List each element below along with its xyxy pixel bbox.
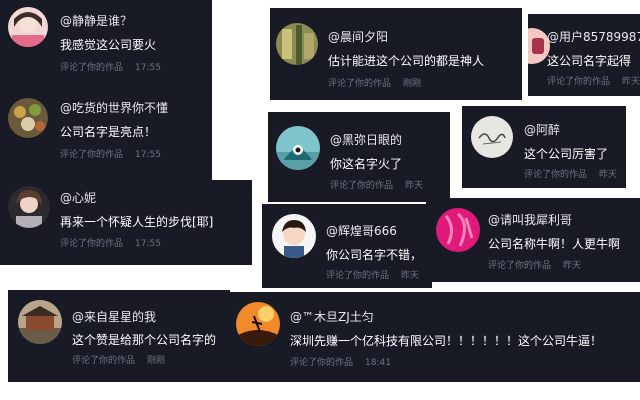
comment-text: 我感觉这公司要火: [60, 38, 157, 52]
user-avatar[interactable]: [236, 302, 280, 346]
user-avatar[interactable]: [276, 23, 318, 65]
comment-username[interactable]: @辉煌哥666: [326, 224, 397, 238]
comment-action: 评论了你的作品: [524, 170, 588, 180]
comment-time: 刚刚: [403, 79, 422, 89]
user-avatar[interactable]: [8, 98, 48, 138]
comment-card[interactable]: @晨间夕阳 估计能进这个公司的都是神人 评论了你的作品 刚刚: [270, 8, 522, 100]
comment-time: 17:55: [135, 150, 161, 160]
comment-meta: 评论了你的作品 17:55: [60, 150, 161, 161]
user-avatar[interactable]: [436, 208, 480, 252]
comment-time: 18:41: [365, 358, 391, 368]
comment-text: 你这名字火了: [330, 157, 403, 171]
comment-username[interactable]: @黑弥日眼的: [330, 133, 402, 147]
comment-card[interactable]: @静静是谁？ 我感觉这公司要火 评论了你的作品 17:55: [0, 0, 212, 88]
comment-card[interactable]: @用户85789987 这公司名字起得 评论了你的作品 昨天: [528, 14, 640, 96]
comment-card[interactable]: @™木旦ZJ土匀 深圳先赚一个亿科技有限公司！！！！！！这个公司牛逼！ 评论了你…: [230, 292, 640, 382]
comment-username[interactable]: @心妮: [60, 191, 96, 205]
comment-action: 评论了你的作品: [60, 63, 124, 73]
comment-username[interactable]: @来自星星的我: [72, 310, 156, 324]
comment-username[interactable]: @请叫我犀利哥: [488, 213, 572, 227]
comment-card[interactable]: @吃货的世界你不懂 公司名字是亮点！ 评论了你的作品 17:55: [0, 88, 212, 180]
comment-text: 深圳先赚一个亿科技有限公司！！！！！！这个公司牛逼！: [290, 334, 603, 348]
comment-action: 评论了你的作品: [326, 271, 390, 281]
user-avatar[interactable]: [471, 116, 513, 158]
user-avatar[interactable]: [272, 214, 316, 258]
comment-time: 昨天: [405, 181, 424, 191]
comment-time: 昨天: [599, 170, 618, 180]
comment-meta: 评论了你的作品 刚刚: [328, 79, 421, 90]
comment-username[interactable]: @™木旦ZJ土匀: [290, 310, 374, 324]
comment-time: 17:55: [135, 239, 161, 249]
comment-time: 17:55: [135, 63, 161, 73]
comment-time: 刚刚: [147, 356, 166, 366]
comment-action: 评论了你的作品: [330, 181, 394, 191]
comment-text: 这公司名字起得: [547, 54, 632, 68]
comment-action: 评论了你的作品: [72, 356, 136, 366]
comment-action: 评论了你的作品: [488, 261, 552, 271]
comment-action: 评论了你的作品: [60, 239, 124, 249]
comment-card[interactable]: @黑弥日眼的 你这名字火了 评论了你的作品 昨天: [268, 112, 450, 202]
comment-card[interactable]: @阿醉 这个公司厉害了 评论了你的作品 昨天: [462, 106, 626, 188]
comment-meta: 评论了你的作品 17:55: [60, 239, 161, 250]
comment-meta: 评论了你的作品 17:55: [60, 63, 161, 74]
comment-username[interactable]: @吃货的世界你不懂: [60, 101, 168, 115]
comment-username[interactable]: @阿醉: [524, 123, 560, 137]
comment-card[interactable]: @请叫我犀利哥 公司名称牛啊！人更牛啊 评论了你的作品 昨天: [426, 198, 640, 282]
comment-text: 公司名字是亮点！: [60, 125, 157, 139]
comment-text: 你公司名字不错，: [326, 248, 423, 262]
comment-username[interactable]: @用户85789987: [547, 30, 640, 44]
comment-meta: 评论了你的作品 昨天: [488, 261, 581, 272]
comment-card[interactable]: @来自星星的我 这个赞是给那个公司名字的 评论了你的作品 刚刚: [8, 290, 230, 382]
user-avatar[interactable]: [8, 7, 48, 47]
comment-text: 这个赞是给那个公司名字的: [72, 333, 217, 347]
comment-action: 评论了你的作品: [60, 150, 124, 160]
comment-card[interactable]: @辉煌哥666 你公司名字不错， 评论了你的作品 昨天: [262, 204, 432, 288]
comment-username[interactable]: @晨间夕阳: [328, 30, 388, 44]
comment-time: 昨天: [563, 261, 582, 271]
comment-action: 评论了你的作品: [328, 79, 392, 89]
comment-text: 再来一个怀疑人生的步伐[耶]: [60, 215, 214, 229]
comment-meta: 评论了你的作品 刚刚: [72, 356, 165, 367]
comment-text: 公司名称牛啊！人更牛啊: [488, 237, 621, 251]
comment-action: 评论了你的作品: [290, 358, 354, 368]
comment-username[interactable]: @静静是谁？: [60, 14, 132, 28]
user-avatar[interactable]: [8, 186, 50, 228]
comment-meta: 评论了你的作品 昨天: [524, 170, 617, 181]
comment-meta: 评论了你的作品 18:41: [290, 358, 391, 369]
comment-text: 这个公司厉害了: [524, 147, 609, 161]
comment-action: 评论了你的作品: [547, 77, 611, 87]
user-avatar[interactable]: [18, 300, 62, 344]
comment-text: 估计能进这个公司的都是神人: [328, 54, 485, 68]
comment-time: 昨天: [401, 271, 420, 281]
comment-card[interactable]: @心妮 再来一个怀疑人生的步伐[耶] 评论了你的作品 17:55: [0, 180, 252, 265]
comment-meta: 评论了你的作品 昨天: [330, 181, 423, 192]
comment-meta: 评论了你的作品 昨天: [547, 77, 640, 88]
user-avatar[interactable]: [276, 126, 320, 170]
comment-time: 昨天: [622, 77, 640, 87]
comment-meta: 评论了你的作品 昨天: [326, 271, 419, 282]
